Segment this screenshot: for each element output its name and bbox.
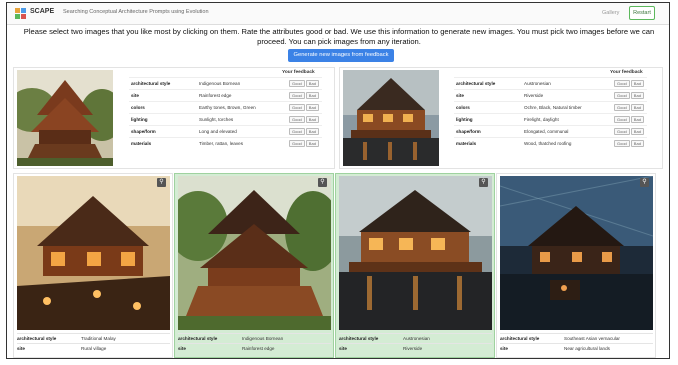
restart-button[interactable]: Restart (629, 6, 655, 20)
good-button[interactable]: Good (614, 116, 630, 123)
bad-button[interactable]: Bad (630, 104, 644, 111)
selected-image-1[interactable] (17, 70, 113, 166)
attribute-row: architectural style Traditional Malay (17, 333, 170, 343)
bad-button[interactable]: Bad (630, 128, 644, 135)
attribute-row: architectural style Austronesian (339, 333, 492, 343)
top-bar: SCAPE Searching Conceptual Architecture … (7, 3, 669, 25)
good-button[interactable]: Good (289, 128, 305, 135)
gallery-card-1[interactable]: ⚲ architectural style Traditional Malay s… (13, 173, 173, 358)
gallery-card-4[interactable]: ⚲ architectural style Southeast Asian ver… (496, 173, 656, 358)
selected-image-2[interactable] (343, 70, 439, 166)
attribute-table: architectural style Indigenous Bornean Goo… (129, 77, 322, 150)
attribute-row: site Near agricultural lands (500, 343, 653, 353)
attribute-row: lighting Firelight, daylight Good Bad (454, 113, 647, 126)
attribute-row: colors Ochre, Black, Natural timber Good Ba… (454, 101, 647, 114)
gallery-image-1[interactable] (17, 176, 170, 330)
gallery-attributes: architectural style Southeast Asian verna… (500, 333, 653, 353)
good-button[interactable]: Good (289, 104, 305, 111)
bad-button[interactable]: Bad (305, 92, 319, 99)
attribute-row: architectural style Austronesian Good Bad (454, 77, 647, 90)
gallery-attributes: architectural style Indigenous Bornean si… (178, 333, 331, 353)
generate-images-button[interactable]: Generate new images from feedback (288, 49, 394, 62)
magnifier-icon[interactable]: ⚲ (157, 178, 166, 187)
attribute-row: materials Wood, thatched roofing Good Bad (454, 137, 647, 150)
bad-button[interactable]: Bad (630, 92, 644, 99)
attribute-row: site Rainforest edge Good Bad (129, 89, 322, 102)
gallery-card-3[interactable]: ⚲ architectural style Austronesian site Ri… (335, 173, 495, 358)
bad-button[interactable]: Bad (630, 116, 644, 123)
bad-button[interactable]: Bad (305, 140, 319, 148)
good-button[interactable]: Good (614, 92, 630, 99)
attribute-row: architectural style Indigenous Bornean Goo… (129, 77, 322, 90)
gallery-attributes: architectural style Traditional Malay sit… (17, 333, 170, 353)
gallery-link[interactable]: Gallery (602, 10, 619, 16)
attribute-row: shape/form Long and elevated Good Bad (129, 125, 322, 138)
good-button[interactable]: Good (614, 128, 630, 135)
gallery-image-2[interactable] (178, 176, 331, 330)
gallery-attributes: architectural style Austronesian site Rive… (339, 333, 492, 353)
selected-card-2: Your feedback architectural style Austron… (339, 67, 663, 169)
bad-button[interactable]: Bad (305, 80, 319, 87)
magnifier-icon[interactable]: ⚲ (318, 178, 327, 187)
selected-card-1: Your feedback architectural style Indigen… (13, 67, 335, 169)
attribute-row: shape/form Elongated, communal Good Bad (454, 125, 647, 138)
magnifier-icon[interactable]: ⚲ (640, 178, 649, 187)
attribute-row: architectural style Indigenous Bornean (178, 333, 331, 343)
gallery-card-2[interactable]: ⚲ architectural style Indigenous Bornean … (174, 173, 334, 358)
feedback-heading: Your feedback (282, 70, 315, 75)
feedback-heading: Your feedback (610, 70, 643, 75)
app-subtitle: Searching Conceptual Architecture Prompt… (63, 9, 209, 15)
app-window: SCAPE Searching Conceptual Architecture … (6, 2, 670, 359)
good-button[interactable]: Good (614, 80, 630, 87)
gallery-image-3[interactable] (339, 176, 492, 330)
scape-logo-icon (15, 8, 26, 19)
good-button[interactable]: Good (289, 92, 305, 99)
bad-button[interactable]: Bad (305, 116, 319, 123)
bad-button[interactable]: Bad (630, 140, 644, 148)
attribute-row: materials Timber, rattan, leaves Good Bad (129, 137, 322, 150)
good-button[interactable]: Good (289, 140, 305, 148)
attribute-row: site Riverside (339, 343, 492, 353)
attribute-row: site Rainforest edge (178, 343, 331, 353)
attribute-row: architectural style Southeast Asian verna… (500, 333, 653, 343)
gallery-image-4[interactable] (500, 176, 653, 330)
bad-button[interactable]: Bad (305, 104, 319, 111)
good-button[interactable]: Good (289, 80, 305, 87)
attribute-table: architectural style Austronesian Good Bad s… (454, 77, 647, 150)
good-button[interactable]: Good (614, 104, 630, 111)
app-title: SCAPE (30, 8, 55, 15)
bad-button[interactable]: Bad (305, 128, 319, 135)
attribute-row: site Rural village (17, 343, 170, 353)
bad-button[interactable]: Bad (630, 80, 644, 87)
good-button[interactable]: Good (289, 116, 305, 123)
magnifier-icon[interactable]: ⚲ (479, 178, 488, 187)
attribute-row: lighting Sunlight, torches Good Bad (129, 113, 322, 126)
instructions-text: Please select two images that you like m… (23, 27, 655, 46)
attribute-row: colors Earthy tones, Brown, Green Good Bad (129, 101, 322, 114)
good-button[interactable]: Good (614, 140, 630, 148)
attribute-row: site Riverside Good Bad (454, 89, 647, 102)
